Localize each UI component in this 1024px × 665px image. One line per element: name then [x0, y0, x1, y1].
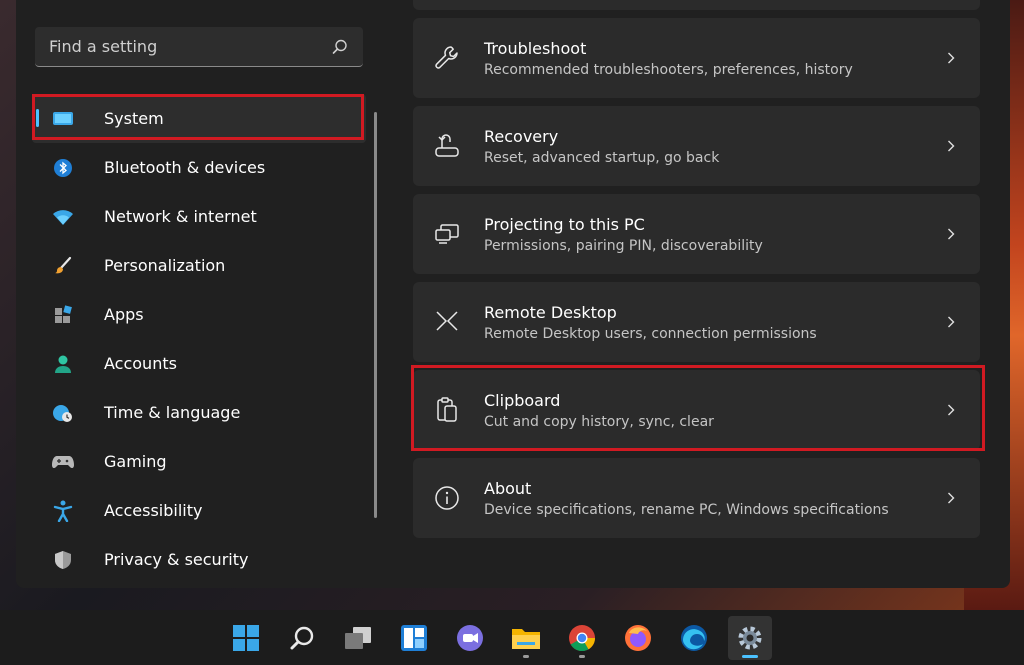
- about-card[interactable]: About Device specifications, rename PC, …: [413, 458, 980, 538]
- projecting-icon: [433, 220, 461, 248]
- shield-icon: [52, 549, 74, 571]
- sidebar-item-gaming[interactable]: Gaming: [32, 437, 366, 486]
- edge-icon: [681, 624, 707, 651]
- settings-window: Find a setting System Bluetooth & device…: [16, 0, 1010, 588]
- sidebar-item-time-language[interactable]: Time & language: [32, 388, 366, 437]
- sidebar-item-label: System: [104, 109, 164, 128]
- card-title: Troubleshoot: [484, 38, 587, 58]
- search-input[interactable]: Find a setting: [35, 27, 363, 67]
- task-view-icon: [345, 626, 371, 649]
- settings-icon: [738, 626, 762, 649]
- sidebar-item-system[interactable]: System: [32, 94, 366, 143]
- sidebar-item-label: Bluetooth & devices: [104, 158, 266, 177]
- monitor-icon: [52, 108, 74, 130]
- sidebar-item-label: Gaming: [104, 452, 167, 471]
- search-icon: [290, 626, 314, 649]
- chevron-right-icon: [948, 52, 955, 64]
- globe-clock-icon: [52, 402, 74, 424]
- sidebar-item-bluetooth[interactable]: Bluetooth & devices: [32, 143, 366, 192]
- brush-icon: [52, 255, 74, 277]
- person-icon: [52, 353, 74, 375]
- chat-button[interactable]: [448, 616, 492, 660]
- taskbar: [0, 610, 1024, 665]
- sidebar-item-personalization[interactable]: Personalization: [32, 241, 366, 290]
- firefox-button[interactable]: [616, 616, 660, 660]
- bluetooth-icon: [52, 157, 74, 179]
- card-subtitle: Device specifications, rename PC, Window…: [484, 501, 889, 518]
- file-explorer-button[interactable]: [504, 616, 548, 660]
- sidebar-item-network[interactable]: Network & internet: [32, 192, 366, 241]
- card-subtitle: Reset, advanced startup, go back: [484, 149, 720, 166]
- card-subtitle: Cut and copy history, sync, clear: [484, 413, 714, 430]
- taskbar-search-button[interactable]: [280, 616, 324, 660]
- recovery-icon: [433, 132, 461, 160]
- windows-start-icon: [233, 624, 259, 651]
- running-indicator: [523, 654, 529, 658]
- sidebar-item-label: Personalization: [104, 256, 226, 275]
- file-explorer-icon: [512, 628, 540, 649]
- firefox-icon: [625, 624, 651, 651]
- chrome-button[interactable]: [560, 616, 604, 660]
- sidebar-item-label: Accessibility: [104, 501, 203, 520]
- settings-taskbar-button[interactable]: [728, 615, 772, 660]
- sidebar-scrollbar[interactable]: [374, 112, 377, 518]
- troubleshoot-card[interactable]: Troubleshoot Recommended troubleshooters…: [413, 18, 980, 98]
- settings-list: Troubleshoot Recommended troubleshooters…: [413, 0, 980, 546]
- wifi-icon: [52, 206, 74, 228]
- card-title: Remote Desktop: [484, 302, 617, 322]
- card-title: Clipboard: [484, 390, 561, 410]
- running-indicator: [579, 654, 585, 658]
- sidebar-item-label: Privacy & security: [104, 550, 249, 569]
- search-icon: [332, 39, 347, 54]
- chrome-icon: [569, 624, 596, 651]
- widgets-button[interactable]: [392, 616, 436, 660]
- sidebar-item-label: Network & internet: [104, 207, 257, 226]
- card-subtitle: Recommended troubleshooters, preferences…: [484, 61, 853, 78]
- recovery-card[interactable]: Recovery Reset, advanced startup, go bac…: [413, 106, 980, 186]
- sidebar-item-privacy-security[interactable]: Privacy & security: [32, 535, 366, 584]
- chevron-right-icon: [948, 404, 955, 416]
- accessibility-icon: [52, 500, 74, 522]
- remote-desktop-icon: [433, 308, 461, 336]
- info-icon: [433, 484, 461, 512]
- sidebar-item-label: Accounts: [104, 354, 177, 373]
- card-title: Projecting to this PC: [484, 214, 645, 234]
- previous-card-partial[interactable]: [413, 0, 980, 10]
- clipboard-card[interactable]: Clipboard Cut and copy history, sync, cl…: [413, 370, 980, 450]
- sidebar-item-accounts[interactable]: Accounts: [32, 339, 366, 388]
- sidebar-nav: System Bluetooth & devices Network & int…: [32, 94, 366, 584]
- card-title: About: [484, 478, 532, 498]
- chevron-right-icon: [948, 316, 955, 328]
- projecting-card[interactable]: Projecting to this PC Permissions, pairi…: [413, 194, 980, 274]
- apps-icon: [52, 304, 74, 326]
- chevron-right-icon: [948, 492, 955, 504]
- search-placeholder: Find a setting: [49, 37, 158, 56]
- active-indicator: [742, 654, 758, 658]
- widgets-icon: [401, 624, 427, 651]
- chat-icon: [457, 624, 483, 651]
- start-button[interactable]: [224, 616, 268, 660]
- gamepad-icon: [52, 451, 74, 473]
- card-subtitle: Remote Desktop users, connection permiss…: [484, 325, 817, 342]
- task-view-button[interactable]: [336, 616, 380, 660]
- clipboard-icon: [433, 396, 461, 424]
- remote-desktop-card[interactable]: Remote Desktop Remote Desktop users, con…: [413, 282, 980, 362]
- sidebar-item-apps[interactable]: Apps: [32, 290, 366, 339]
- edge-button[interactable]: [672, 616, 716, 660]
- sidebar-item-accessibility[interactable]: Accessibility: [32, 486, 366, 535]
- wrench-icon: [433, 44, 461, 72]
- card-title: Recovery: [484, 126, 559, 146]
- sidebar-item-label: Time & language: [104, 403, 241, 422]
- sidebar-item-label: Apps: [104, 305, 144, 324]
- chevron-right-icon: [948, 228, 955, 240]
- card-subtitle: Permissions, pairing PIN, discoverabilit…: [484, 237, 763, 254]
- chevron-right-icon: [948, 140, 955, 152]
